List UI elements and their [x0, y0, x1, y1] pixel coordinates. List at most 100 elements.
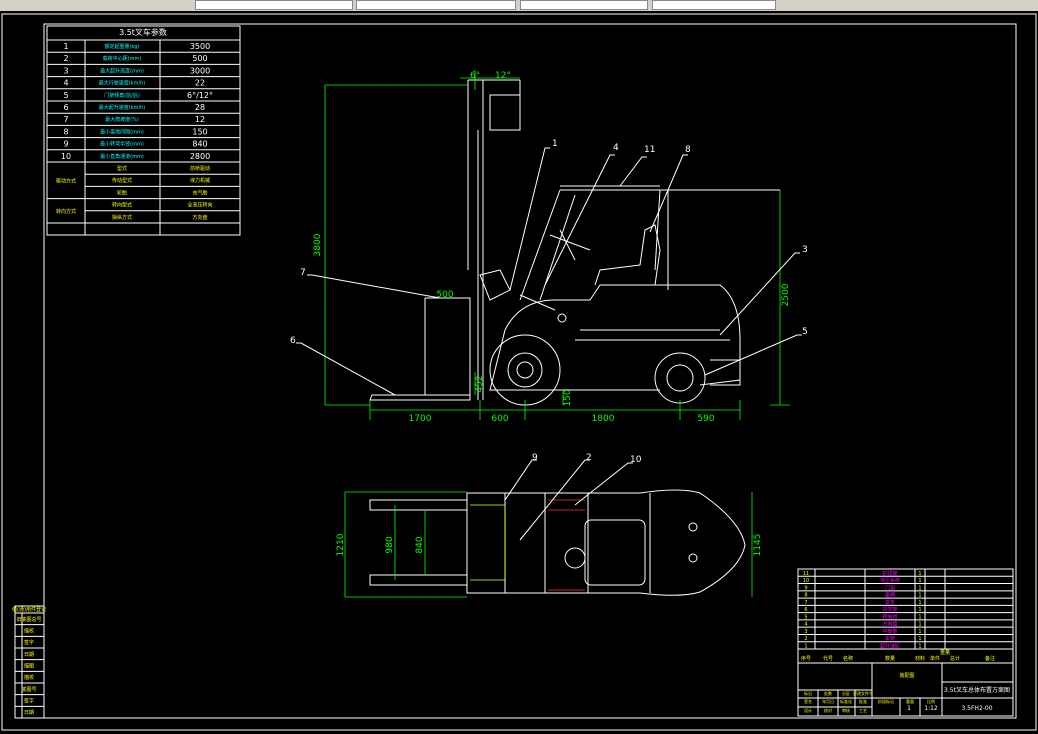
dim-wheel-height: 452	[475, 375, 485, 392]
bom-row-name: 起升油缸	[880, 643, 900, 650]
bom-row-name: 货叉	[885, 599, 895, 606]
title-block-label: 年月日	[822, 698, 834, 704]
spec-row-name: 门架倾角(前/后)	[104, 92, 140, 99]
spec-group-item-value: 方向盘	[192, 214, 207, 221]
spec-group-item-name: 转向型式	[112, 202, 132, 209]
bom-row-qty: 1	[918, 600, 921, 606]
bom-row-no: 7	[804, 600, 807, 606]
bom-row-qty: 1	[918, 607, 921, 613]
spec-row-name: 最大行驶速度(km/h)	[99, 80, 146, 87]
side-view: 1 4 11 8 3 5 7 6 3800 2500 1700 600 1800…	[290, 70, 808, 424]
strip-title: 借(通)用件登记	[12, 606, 46, 613]
spec-row-value: 150	[192, 127, 207, 136]
spec-row-value: 2800	[190, 152, 210, 161]
title-block-label: 批准	[859, 698, 867, 704]
spec-row-name: 最大起升速度(km/h)	[99, 104, 146, 111]
toolbar-strip	[0, 0, 1038, 11]
spec-row-name: 最小转弯半径(mm)	[100, 141, 144, 148]
title-block: 装配图 3.5t叉车总体布置方案图 1:12 1 3.5FH2-00 标记 处数 分…	[797, 662, 1014, 717]
dim-height: 3800	[313, 233, 323, 256]
title-assembly: 装配图	[899, 672, 914, 679]
spec-row-no: 9	[63, 140, 68, 149]
spec-row-value: 500	[192, 54, 207, 63]
bom-row-qty: 1	[918, 636, 921, 642]
bom-header-cell: 代号	[823, 655, 833, 662]
dim-wheelbase: 1800	[592, 414, 615, 424]
strip-row-label: 日期	[24, 710, 34, 716]
spec-row-value: 6°/12°	[187, 91, 213, 100]
drawing-canvas[interactable]: 3.5t叉车参数 1 额定起重量(kg) 35002 载荷中心距(mm) 5003 最大起…	[0, 11, 1038, 734]
lineweight-dropdown[interactable]	[520, 0, 648, 10]
spec-group-label: 转向方式	[56, 208, 76, 215]
bom-row-qty: 1	[918, 622, 921, 628]
dim-fork-spread: 980	[385, 536, 395, 553]
title-block-label: 校对	[824, 707, 832, 713]
bom-row-no: 9	[804, 585, 807, 591]
bom-row-no: 5	[804, 614, 807, 620]
dim-outer-width: 1210	[336, 533, 346, 556]
layer-dropdown[interactable]	[195, 0, 353, 10]
dim-load-width: 500	[436, 290, 453, 300]
spec-row-name: 最小直角通道(mm)	[100, 153, 144, 160]
plotstyle-dropdown[interactable]	[652, 0, 776, 10]
spec-row-name: 最小离地间隙(mm)	[100, 128, 144, 135]
spec-group-item-name: 轮胎	[117, 189, 127, 196]
bom-row-name: 车架	[885, 635, 895, 642]
dim-clearance: 150	[563, 389, 573, 406]
spec-row-value: 22	[195, 79, 205, 88]
bom-header-cell: 数量	[885, 655, 895, 662]
title-block-label: 阶段标记	[878, 698, 894, 704]
dim-rear-overhang: 590	[697, 414, 714, 424]
spec-row-no: 7	[63, 115, 68, 124]
bom-row-qty: 1	[918, 593, 921, 599]
dim-front-overhang: 600	[491, 414, 508, 424]
spec-table: 3.5t叉车参数 1 额定起重量(kg) 3500 2 载荷中心距(mm) 500 3 最大起…	[46, 25, 241, 236]
title-block-label: 处数	[824, 690, 832, 696]
leader-label: 8	[685, 145, 691, 155]
spec-row-value: 3000	[190, 66, 210, 75]
bom-row-name: 转向桥	[882, 613, 897, 620]
title-block-label: 工艺	[859, 708, 867, 713]
bom-row-no: 4	[804, 622, 807, 628]
spec-group-item-value: 前桥驱动	[190, 165, 210, 172]
title-block-label: 重量	[906, 698, 914, 704]
spec-row-value: 12	[195, 115, 205, 124]
title-block-label: 更改文件号	[853, 690, 873, 696]
spec-row-name: 最大起升高度(mm)	[100, 67, 144, 74]
title-drawing-name: 3.5t叉车总体布置方案图	[944, 686, 1010, 694]
spec-group-item-value: 充气胎	[192, 189, 207, 196]
spec-row-no: 6	[63, 103, 68, 112]
title-code: 3.5FH2-00	[961, 705, 992, 712]
spec-row-name: 额定起重量(kg)	[105, 43, 140, 50]
spec-row-no: 1	[63, 42, 68, 51]
bom-row-no: 2	[804, 636, 807, 642]
leader-label: 3	[802, 245, 808, 255]
spec-group-item-value: 全液压转向	[187, 202, 212, 209]
strip-row-label: 底图号	[21, 686, 36, 693]
title-block-label: 设计	[804, 707, 812, 713]
leader-label: 10	[630, 455, 642, 465]
linetype-dropdown[interactable]	[356, 0, 516, 10]
spec-row-no: 10	[61, 152, 71, 161]
bom-row-name: 方向盘	[882, 621, 897, 628]
leader-label: 6	[290, 336, 296, 346]
left-registration-strip: 借(通)用件登记 旧底图总号描校签字日期描图描校底图号签字日期	[12, 605, 46, 719]
spec-group-item-name: 型式	[117, 165, 127, 172]
spec-row-name: 最大爬坡度(%)	[105, 116, 139, 123]
spec-group-item-name: 操纵方式	[112, 214, 132, 221]
bom-row-name: 货叉架	[882, 606, 897, 613]
leader-label: 11	[644, 145, 655, 155]
bom-row-qty: 1	[918, 629, 921, 635]
title-block-label: 比例	[927, 698, 935, 704]
bom-header-cell: 材料	[915, 655, 925, 662]
bom-header-cell: 名称	[843, 655, 853, 662]
spec-row-no: 3	[63, 66, 68, 75]
title-block-label: 审核	[842, 707, 850, 713]
strip-row-label: 签字	[24, 698, 34, 705]
spec-row-no: 5	[63, 91, 68, 100]
bom-header-cell: 备注	[985, 655, 995, 662]
title-block-label: 标准化	[840, 698, 852, 704]
leader-label: 1	[552, 139, 558, 149]
leader-label: 7	[300, 268, 306, 278]
inner-border	[43, 23, 1017, 719]
